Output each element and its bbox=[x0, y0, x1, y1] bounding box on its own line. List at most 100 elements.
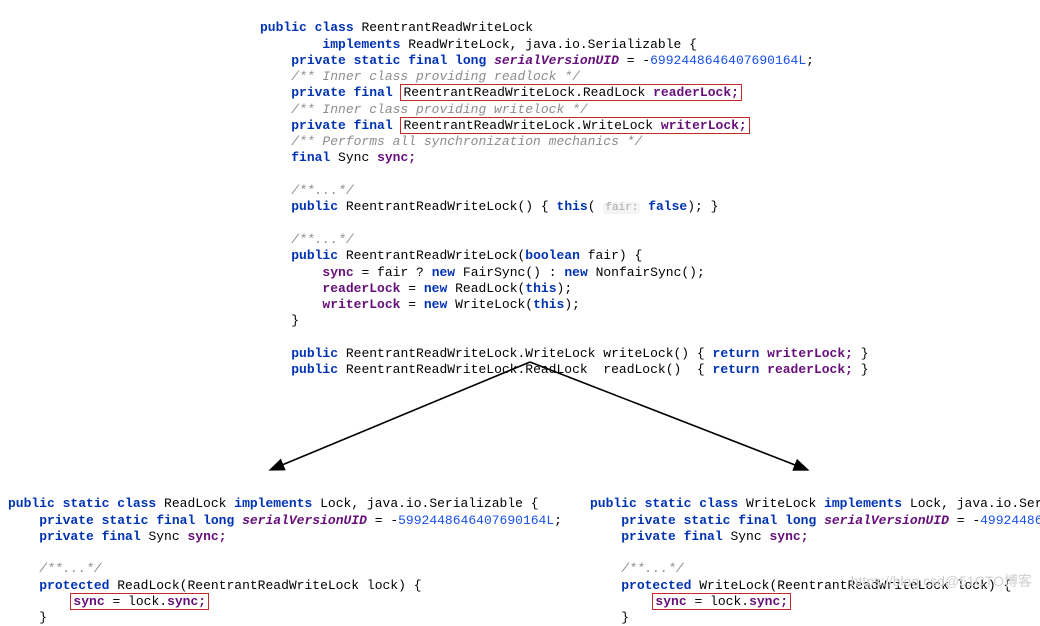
keyword: this bbox=[525, 281, 556, 296]
field: sync bbox=[655, 594, 686, 609]
text: ReadLock(ReentrantReadWriteLock lock) { bbox=[117, 578, 421, 593]
keyword: private static final long bbox=[39, 513, 234, 528]
text: ReentrantReadWriteLock.WriteLock writeLo… bbox=[346, 346, 705, 361]
field: sync; bbox=[377, 150, 416, 165]
keyword: public bbox=[291, 346, 338, 361]
text: ReentrantReadWriteLock.ReadLock bbox=[403, 85, 645, 100]
field: readerLock; bbox=[653, 85, 739, 100]
param-hint: fair: bbox=[603, 202, 640, 214]
keyword: protected bbox=[621, 578, 691, 593]
text: = bbox=[408, 281, 416, 296]
text: ReentrantReadWriteLock.ReadLock readLock… bbox=[346, 362, 705, 377]
highlight-writerlock: ReentrantReadWriteLock.WriteLock writerL… bbox=[400, 117, 749, 134]
text: Sync bbox=[148, 529, 179, 544]
keyword: false bbox=[648, 199, 687, 214]
comment: /**...*/ bbox=[291, 232, 353, 247]
text: WriteLock bbox=[746, 496, 816, 511]
keyword: public bbox=[291, 199, 338, 214]
field: serialVersionUID bbox=[242, 513, 367, 528]
text: ); } bbox=[687, 199, 718, 214]
text: = lock. bbox=[694, 594, 749, 609]
classname: ReentrantReadWriteLock bbox=[361, 20, 533, 35]
keyword: public bbox=[260, 20, 307, 35]
text: ReentrantReadWriteLock.WriteLock bbox=[403, 118, 653, 133]
comment: /** Inner class providing readlock */ bbox=[291, 69, 580, 84]
field: sync; bbox=[187, 529, 226, 544]
text: } bbox=[861, 346, 869, 361]
field: sync bbox=[73, 594, 104, 609]
text: NonfairSync(); bbox=[596, 265, 705, 280]
keyword: private final bbox=[39, 529, 140, 544]
keyword: new bbox=[424, 281, 447, 296]
field: readerLock; bbox=[767, 362, 853, 377]
text: { bbox=[541, 199, 549, 214]
comment: /** Inner class providing writelock */ bbox=[291, 102, 587, 117]
text: Sync bbox=[338, 150, 369, 165]
keyword: return bbox=[713, 346, 760, 361]
keyword: public static class bbox=[590, 496, 738, 511]
text: ; bbox=[554, 513, 562, 528]
keyword: private final bbox=[291, 85, 392, 100]
text: fair) { bbox=[588, 248, 643, 263]
comment: /**...*/ bbox=[39, 561, 101, 576]
keyword: private final bbox=[621, 529, 722, 544]
text: FairSync() : bbox=[463, 265, 557, 280]
comment: /**...*/ bbox=[621, 561, 683, 576]
number: 4992448646407690164L bbox=[980, 513, 1040, 528]
field: serialVersionUID bbox=[824, 513, 949, 528]
text: = - bbox=[957, 513, 980, 528]
field: readerLock bbox=[322, 281, 400, 296]
field: sync bbox=[322, 265, 353, 280]
field: writerLock bbox=[322, 297, 400, 312]
text: ); bbox=[557, 281, 573, 296]
keyword: private static final long bbox=[621, 513, 816, 528]
text: ); bbox=[564, 297, 580, 312]
keyword: public static class bbox=[8, 496, 156, 511]
number: 5992448646407690164L bbox=[398, 513, 554, 528]
field: sync; bbox=[167, 594, 206, 609]
keyword: implements bbox=[322, 37, 400, 52]
code-top: public class ReentrantReadWriteLock impl… bbox=[260, 4, 869, 378]
text: = fair ? bbox=[361, 265, 423, 280]
keyword: class bbox=[315, 20, 354, 35]
highlight-sync-left: sync = lock.sync; bbox=[70, 593, 209, 610]
keyword: boolean bbox=[525, 248, 580, 263]
text: ReadLock( bbox=[455, 281, 525, 296]
text: ReentrantReadWriteLock( bbox=[346, 248, 525, 263]
keyword: new bbox=[424, 297, 447, 312]
text: Lock, java.io.Serializable { bbox=[320, 496, 538, 511]
keyword: protected bbox=[39, 578, 109, 593]
keyword: private final bbox=[291, 118, 392, 133]
keyword: new bbox=[432, 265, 455, 280]
text: ReadWriteLock, java.io.Serializable { bbox=[408, 37, 697, 52]
keyword: implements bbox=[824, 496, 902, 511]
field: writerLock; bbox=[767, 346, 853, 361]
code-right: public static class WriteLock implements… bbox=[590, 480, 1040, 626]
text: } bbox=[291, 313, 299, 328]
text: Sync bbox=[730, 529, 761, 544]
text: ( bbox=[588, 199, 596, 214]
field: serialVersionUID bbox=[494, 53, 619, 68]
text: = lock. bbox=[112, 594, 167, 609]
text: = - bbox=[375, 513, 398, 528]
text: ReentrantReadWriteLock() bbox=[346, 199, 533, 214]
field: writerLock; bbox=[661, 118, 747, 133]
comment: /**...*/ bbox=[291, 183, 353, 198]
text: = - bbox=[627, 53, 650, 68]
keyword: return bbox=[713, 362, 760, 377]
text: } bbox=[39, 610, 47, 625]
keyword: implements bbox=[234, 496, 312, 511]
keyword: public bbox=[291, 248, 338, 263]
keyword: this bbox=[533, 297, 564, 312]
watermark: https://blog.csd@51CTO博客 bbox=[851, 573, 1032, 591]
text: Lock, java.io.Serializable { bbox=[910, 496, 1040, 511]
keyword: public bbox=[291, 362, 338, 377]
field: sync; bbox=[749, 594, 788, 609]
keyword: new bbox=[564, 265, 587, 280]
highlight-sync-right: sync = lock.sync; bbox=[652, 593, 791, 610]
highlight-readerlock: ReentrantReadWriteLock.ReadLock readerLo… bbox=[400, 84, 741, 101]
text: ; bbox=[806, 53, 814, 68]
text: } bbox=[621, 610, 629, 625]
number: 6992448646407690164L bbox=[650, 53, 806, 68]
code-left: public static class ReadLock implements … bbox=[8, 480, 562, 626]
